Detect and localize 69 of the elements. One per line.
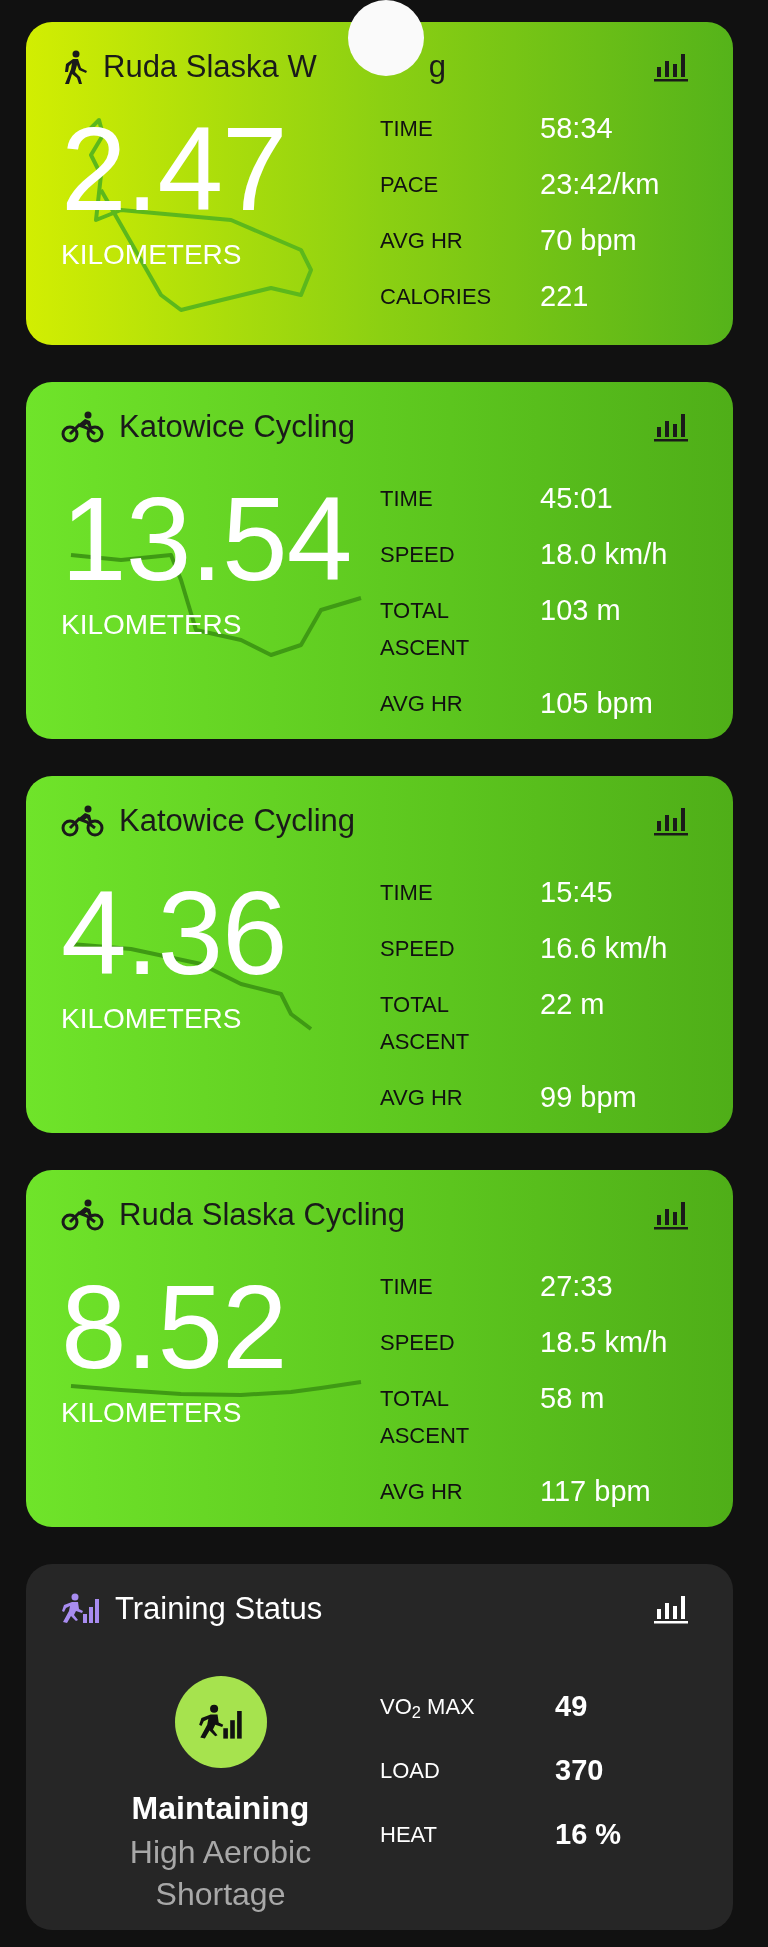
stat-label: SPEED: [380, 1329, 456, 1357]
stat-value: 49: [555, 1689, 589, 1724]
chart-icon[interactable]: [653, 1199, 689, 1231]
training-icon: [197, 1703, 244, 1741]
stat-label: AVG HR: [380, 1084, 464, 1112]
stat-label: TIME: [380, 879, 434, 907]
stat-label: TOTAL ASCENT: [380, 1385, 471, 1450]
activity-title: Katowice Cycling: [119, 407, 356, 446]
stat-value: 27:33: [540, 1269, 614, 1304]
stat-value: 16.6 km/h: [540, 931, 668, 966]
status-detail: High Aerobic Shortage: [128, 1833, 313, 1914]
activity-title: Katowice Cycling: [119, 801, 356, 840]
cycling-icon: [61, 805, 105, 837]
activity-title: Ruda Slaska W: [103, 47, 317, 86]
stat-label: TIME: [380, 1273, 434, 1301]
chart-icon[interactable]: [653, 411, 689, 443]
stat-value: 22 m: [540, 987, 606, 1022]
distance-value: 8.52: [61, 1268, 287, 1386]
stat-value: 105 bpm: [540, 686, 654, 721]
chart-icon[interactable]: [653, 805, 689, 837]
stat-label: CALORIES: [380, 283, 490, 311]
status-text: Maintaining: [131, 1789, 310, 1828]
stat-label: TIME: [380, 485, 434, 513]
activity-card[interactable]: Ruda Slaska Cycling 8.52 KILOMETERS TIME 27:33 SPEED 18.5 km/h TOTAL ASCENT 58 m AVG HR 117 bpm: [26, 1170, 733, 1527]
distance-unit: KILOMETERS: [61, 238, 243, 272]
stat-value: 117 bpm: [540, 1474, 652, 1509]
activity-card[interactable]: Ruda Slaska W g 2.47 KILOMETERS TIME 58:34 PACE 23:42/km AVG HR 70 bpm CALORIES 221: [26, 22, 733, 345]
chart-icon[interactable]: [653, 1593, 689, 1625]
stat-label: PACE: [380, 171, 440, 199]
training-icon: [61, 1593, 101, 1625]
stat-value: 58 m: [540, 1381, 606, 1416]
stat-value: 15:45: [540, 875, 614, 910]
stat-value: 103 m: [540, 593, 622, 628]
card-title: Training Status: [115, 1589, 323, 1628]
stat-value: 70 bpm: [540, 223, 638, 258]
activity-card[interactable]: Katowice Cycling 4.36 KILOMETERS TIME 15:45 SPEED 16.6 km/h TOTAL ASCENT 22 m AVG HR 99 bpm: [26, 776, 733, 1133]
distance-unit: KILOMETERS: [61, 1002, 243, 1036]
stat-value: 18.5 km/h: [540, 1325, 668, 1360]
stat-label: VO$_{2}$ MAX: [380, 1693, 476, 1724]
cycling-icon: [61, 411, 105, 443]
stat-value: 370: [555, 1753, 605, 1788]
stat-value: 16 %: [555, 1817, 622, 1852]
training-status-card[interactable]: Training Status Maintaining High Aerobic Shortage VO$_{2}$ MAX 49 LOAD 370 HEAT 16 %: [26, 1564, 733, 1930]
activity-title: g: [428, 47, 446, 86]
stat-label: AVG HR: [380, 227, 464, 255]
distance-value: 13.54: [61, 480, 352, 598]
activity-card[interactable]: Katowice Cycling 13.54 KILOMETERS TIME 45:01 SPEED 18.0 km/h TOTAL ASCENT 103 m AVG HR 105 bpm: [26, 382, 733, 739]
distance-unit: KILOMETERS: [61, 608, 243, 642]
stat-label: SPEED: [380, 935, 456, 963]
stat-label: SPEED: [380, 541, 456, 569]
activity-title: Ruda Slaska Cycling: [119, 1195, 406, 1234]
stat-value: 221: [540, 279, 590, 314]
distance-value: 4.36: [61, 874, 287, 992]
stat-value: 58:34: [540, 111, 614, 146]
chart-icon[interactable]: [653, 51, 689, 83]
stat-label: TOTAL ASCENT: [380, 597, 471, 662]
stat-label: TIME: [380, 115, 434, 143]
stat-label: AVG HR: [380, 1478, 464, 1506]
stat-label: TOTAL ASCENT: [380, 991, 471, 1056]
distance-value: 2.47: [61, 110, 287, 228]
stat-label: HEAT: [380, 1821, 439, 1849]
stat-value: 45:01: [540, 481, 614, 516]
stat-label: AVG HR: [380, 690, 464, 718]
stat-value: 18.0 km/h: [540, 537, 668, 572]
stat-value: 99 bpm: [540, 1080, 638, 1115]
cycling-icon: [61, 1199, 105, 1231]
distance-unit: KILOMETERS: [61, 1396, 243, 1430]
stat-label: LOAD: [380, 1757, 441, 1785]
stat-value: 23:42/km: [540, 167, 660, 202]
